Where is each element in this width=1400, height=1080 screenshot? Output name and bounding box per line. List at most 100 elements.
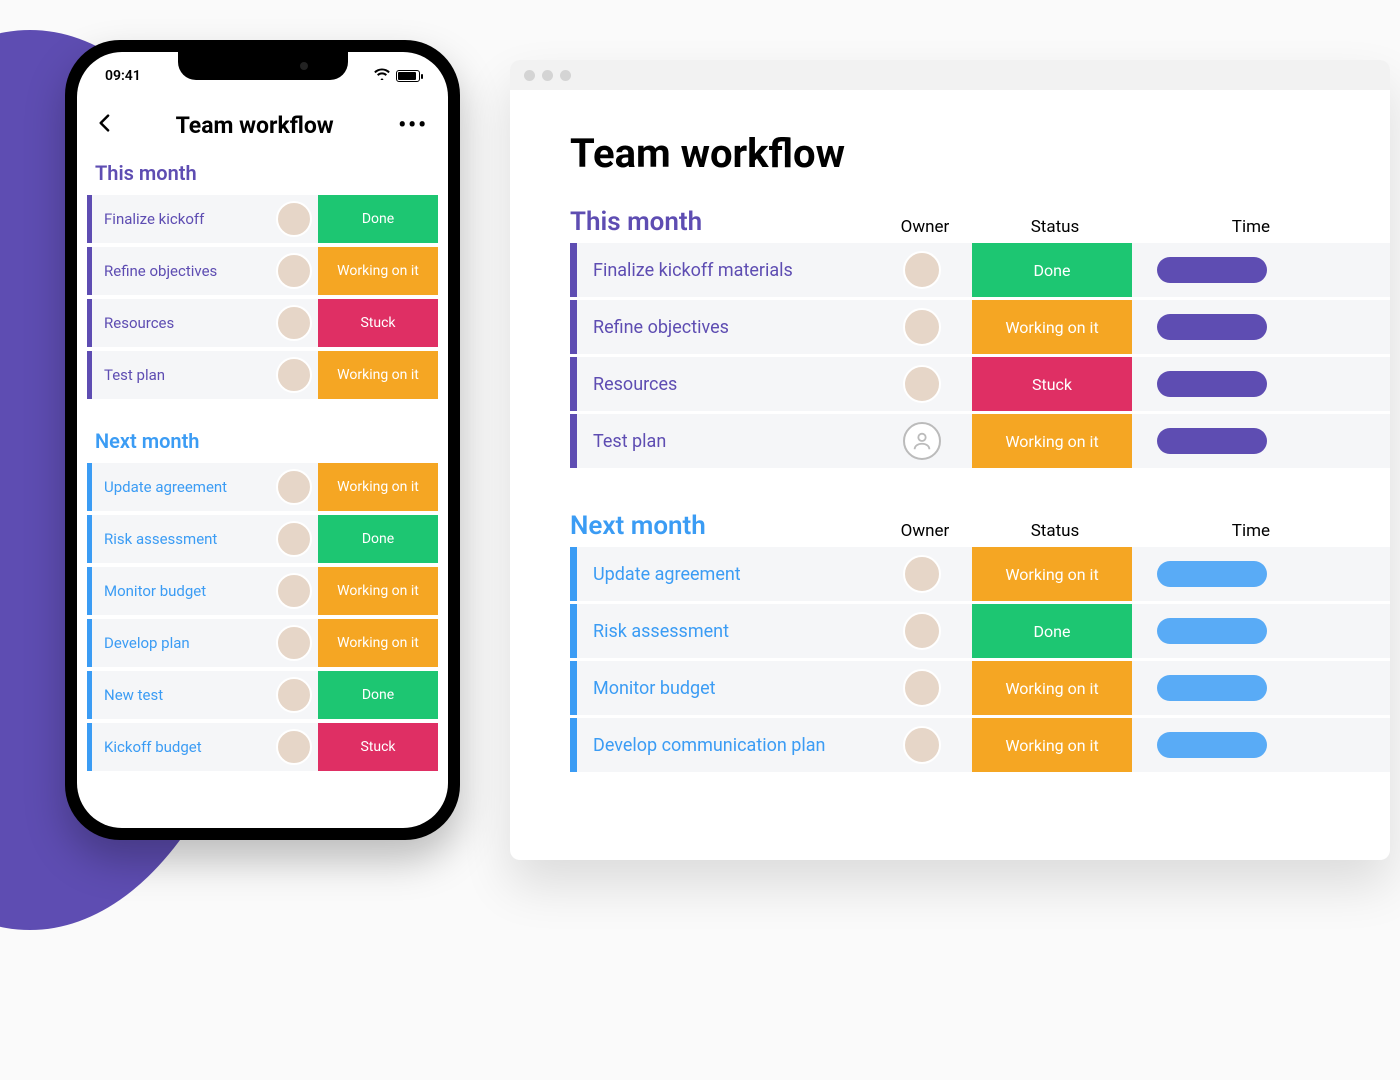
group-title[interactable]: This month	[87, 151, 438, 195]
more-options-button[interactable]: •••	[398, 113, 428, 138]
column-header-timeline: Time	[1140, 521, 1270, 541]
task-row[interactable]: Test planWorking on it	[87, 351, 438, 399]
window-titlebar	[510, 60, 1390, 90]
task-name: Monitor budget	[92, 582, 270, 600]
task-row[interactable]: New test Done	[87, 671, 438, 719]
owner-avatar[interactable]	[276, 357, 312, 393]
task-name: Risk assessment	[92, 530, 270, 548]
column-header-timeline: Time	[1140, 217, 1270, 237]
status-cell[interactable]: Working on it	[972, 661, 1132, 715]
group-title[interactable]: This month	[570, 207, 880, 237]
status-cell[interactable]: Done	[972, 243, 1132, 297]
timeline-bar[interactable]	[1157, 618, 1267, 644]
column-header-status: Status	[970, 521, 1140, 541]
timeline-bar[interactable]	[1157, 314, 1267, 340]
status-cell[interactable]: Working on it	[972, 300, 1132, 354]
column-header-owner: Owner	[880, 521, 970, 541]
status-cell[interactable]: Working on it	[972, 414, 1132, 468]
task-name: Resources	[577, 374, 877, 395]
owner-avatar[interactable]	[276, 201, 312, 237]
owner-avatar[interactable]	[903, 555, 941, 593]
task-name: Kickoff budget	[92, 738, 270, 756]
back-button[interactable]	[97, 113, 111, 138]
status-cell[interactable]: Stuck	[318, 299, 438, 347]
task-row[interactable]: Develop communication plan Working on it	[570, 718, 1390, 772]
task-row[interactable]: Finalize kickoff materialsDone	[570, 243, 1390, 297]
traffic-light-icon[interactable]	[542, 70, 553, 81]
desktop-page-title: Team workflow	[570, 130, 1390, 177]
timeline-bar[interactable]	[1157, 561, 1267, 587]
owner-avatar[interactable]	[276, 729, 312, 765]
status-cell[interactable]: Done	[318, 195, 438, 243]
timeline-bar[interactable]	[1157, 428, 1267, 454]
task-name: New test	[92, 686, 270, 704]
task-name: Resources	[92, 314, 270, 332]
status-cell[interactable]: Stuck	[972, 357, 1132, 411]
task-row[interactable]: Monitor budget Working on it	[570, 661, 1390, 715]
task-name: Monitor budget	[577, 678, 877, 699]
task-name: Update agreement	[92, 478, 270, 496]
task-name: Test plan	[577, 431, 877, 452]
timeline-bar[interactable]	[1157, 732, 1267, 758]
desktop-window: Team workflow This monthOwnerStatusTimeF…	[510, 60, 1390, 860]
status-cell[interactable]: Working on it	[972, 718, 1132, 772]
owner-avatar[interactable]	[903, 308, 941, 346]
group-title[interactable]: Next month	[87, 419, 438, 463]
owner-avatar[interactable]	[276, 521, 312, 557]
status-cell[interactable]: Working on it	[318, 247, 438, 295]
owner-avatar[interactable]	[903, 612, 941, 650]
task-name: Develop communication plan	[577, 735, 877, 756]
task-row[interactable]: Refine objectives Working on it	[570, 300, 1390, 354]
owner-avatar[interactable]	[276, 305, 312, 341]
traffic-light-icon[interactable]	[524, 70, 535, 81]
task-name: Develop plan	[92, 634, 270, 652]
phone-clock: 09:41	[105, 68, 141, 84]
task-name: Refine objectives	[92, 262, 270, 280]
timeline-bar[interactable]	[1157, 675, 1267, 701]
task-row[interactable]: Resources Stuck	[570, 357, 1390, 411]
task-row[interactable]: Resources Stuck	[87, 299, 438, 347]
status-cell[interactable]: Working on it	[318, 351, 438, 399]
status-cell[interactable]: Done	[318, 515, 438, 563]
timeline-bar[interactable]	[1157, 371, 1267, 397]
traffic-light-icon[interactable]	[560, 70, 571, 81]
status-cell[interactable]: Working on it	[318, 619, 438, 667]
phone-page-title: Team workflow	[176, 112, 334, 139]
task-row[interactable]: Risk assessmentDone	[570, 604, 1390, 658]
wifi-icon	[374, 68, 390, 84]
task-row[interactable]: Finalize kickoff Done	[87, 195, 438, 243]
task-row[interactable]: Update agreement Working on it	[570, 547, 1390, 601]
task-row[interactable]: Risk assessment Done	[87, 515, 438, 563]
status-cell[interactable]: Working on it	[972, 547, 1132, 601]
column-header-status: Status	[970, 217, 1140, 237]
status-cell[interactable]: Stuck	[318, 723, 438, 771]
owner-avatar[interactable]	[903, 365, 941, 403]
battery-icon	[396, 70, 420, 82]
status-cell[interactable]: Working on it	[318, 567, 438, 615]
task-row[interactable]: Kickoff budget Stuck	[87, 723, 438, 771]
owner-avatar[interactable]	[903, 669, 941, 707]
status-cell[interactable]: Done	[318, 671, 438, 719]
status-cell[interactable]: Done	[972, 604, 1132, 658]
group-title[interactable]: Next month	[570, 511, 880, 541]
timeline-bar[interactable]	[1157, 257, 1267, 283]
owner-avatar[interactable]	[276, 573, 312, 609]
owner-avatar[interactable]	[276, 625, 312, 661]
owner-avatar[interactable]	[276, 677, 312, 713]
task-name: Refine objectives	[577, 317, 877, 338]
task-name: Update agreement	[577, 564, 877, 585]
owner-avatar[interactable]	[903, 251, 941, 289]
task-row[interactable]: Refine objectives Working on it	[87, 247, 438, 295]
task-row[interactable]: Monitor budget Working on it	[87, 567, 438, 615]
owner-avatar[interactable]	[276, 253, 312, 289]
task-row[interactable]: Update agreement Working on it	[87, 463, 438, 511]
phone-mockup: 09:41 Team workflow ••• This monthFinali…	[65, 40, 460, 840]
owner-avatar[interactable]	[276, 469, 312, 505]
column-header-owner: Owner	[880, 217, 970, 237]
owner-placeholder-icon[interactable]	[903, 422, 941, 460]
task-row[interactable]: Test plan Working on it	[570, 414, 1390, 468]
task-name: Finalize kickoff	[92, 210, 270, 228]
task-row[interactable]: Develop plan Working on it	[87, 619, 438, 667]
owner-avatar[interactable]	[903, 726, 941, 764]
status-cell[interactable]: Working on it	[318, 463, 438, 511]
